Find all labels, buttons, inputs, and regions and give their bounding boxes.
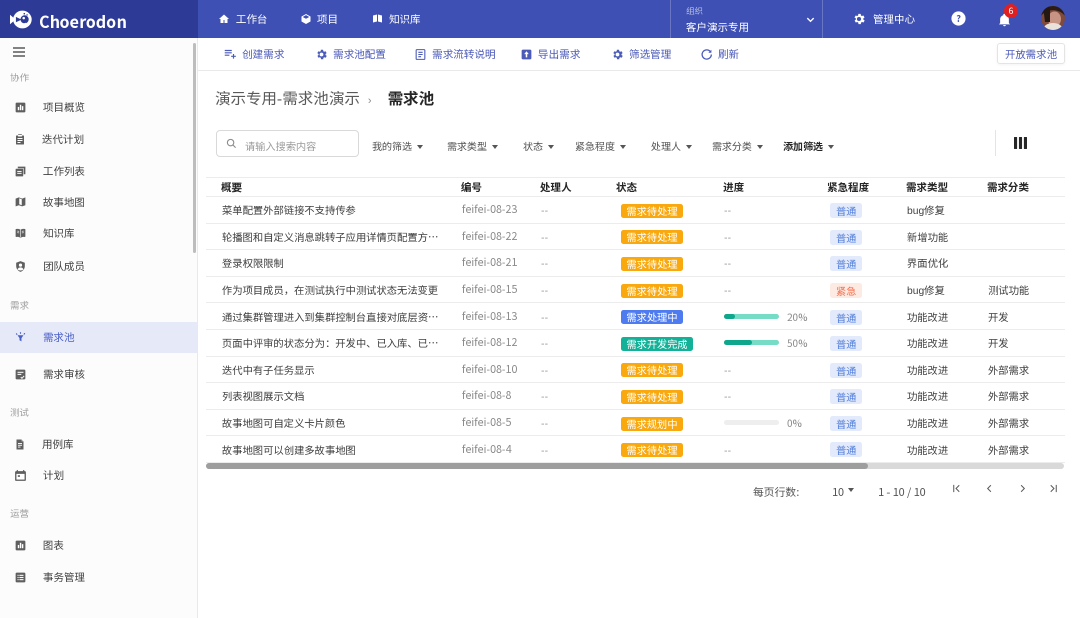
svg-text:?: ? bbox=[956, 11, 961, 25]
